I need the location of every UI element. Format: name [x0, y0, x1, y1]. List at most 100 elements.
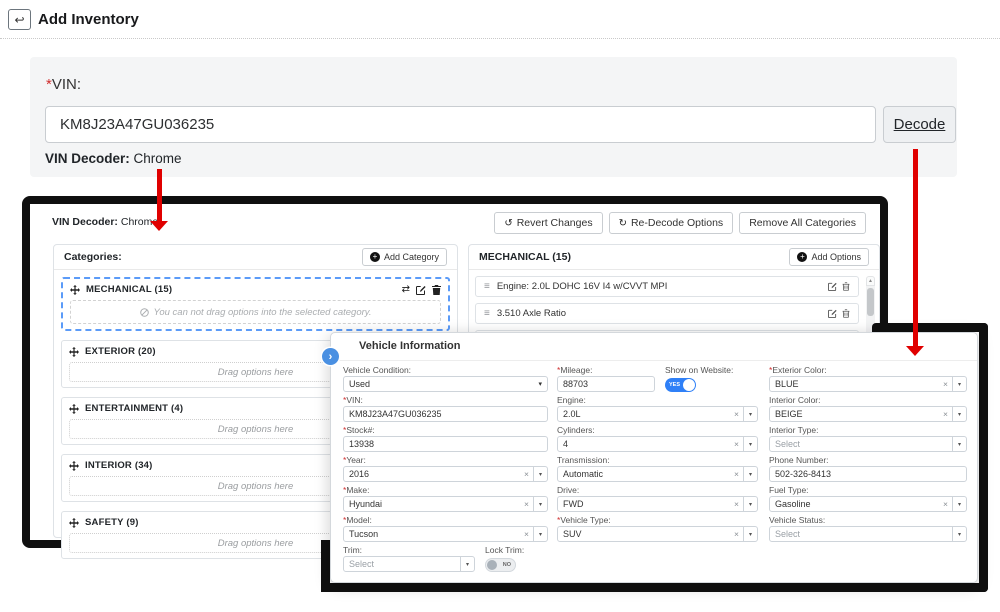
category-name: ENTERTAINMENT (4) [85, 403, 183, 414]
category-card-selected[interactable]: MECHANICAL (15) ⇄ You can not drag optio… [61, 277, 450, 331]
clear-icon[interactable]: × [524, 469, 529, 479]
chevron-down-icon[interactable]: ▾ [952, 497, 966, 511]
annotation-arrow-line [157, 169, 162, 222]
decode-button[interactable]: Decode [883, 106, 956, 143]
engine-select[interactable]: 2.0L×▾ [557, 406, 758, 422]
interior-type-label: Interior Type: [769, 425, 967, 436]
add-category-button[interactable]: + Add Category [362, 248, 447, 266]
chevron-down-icon[interactable]: ▾ [533, 527, 547, 541]
scroll-up-icon[interactable]: ▲ [866, 276, 875, 286]
stock-field[interactable]: 13938 [343, 436, 548, 452]
make-label: *Make: [343, 485, 548, 496]
vin-field[interactable]: KM8J23A47GU036235 [343, 406, 548, 422]
clear-icon[interactable]: × [734, 499, 739, 509]
redecode-options-button[interactable]: ↻ Re-Decode Options [609, 212, 734, 234]
transmission-select[interactable]: Automatic×▾ [557, 466, 758, 482]
ban-icon [140, 308, 149, 317]
swap-icon[interactable]: ⇄ [402, 284, 410, 295]
trim-select[interactable]: Select▾ [343, 556, 475, 572]
cylinders-select[interactable]: 4×▾ [557, 436, 758, 452]
mileage-field[interactable]: 88703 [557, 376, 655, 392]
lock-trim-toggle[interactable]: NO [485, 558, 516, 572]
interior-type-select[interactable]: Select▾ [769, 436, 967, 452]
trash-icon[interactable] [842, 309, 850, 318]
grip-icon: ≡ [484, 308, 490, 319]
page-title: Add Inventory [38, 11, 139, 28]
chevron-down-icon[interactable]: ▾ [743, 497, 757, 511]
modal-divider [331, 360, 977, 361]
revert-changes-button[interactable]: ↺ Revert Changes [494, 212, 602, 234]
annotation-arrow-line [913, 149, 918, 347]
exterior-color-select[interactable]: BLUE×▾ [769, 376, 967, 392]
modal-frame [872, 323, 988, 332]
add-options-button[interactable]: + Add Options [789, 248, 869, 266]
move-icon [69, 518, 79, 528]
modal-frame [321, 583, 988, 592]
chevron-down-icon[interactable]: ▾ [460, 557, 474, 571]
clear-icon[interactable]: × [943, 409, 948, 419]
interior-color-label: Interior Color: [769, 395, 967, 406]
drive-select[interactable]: FWD×▾ [557, 496, 758, 512]
remove-all-categories-button[interactable]: Remove All Categories [739, 212, 866, 234]
modal-frame [979, 323, 988, 592]
clear-icon[interactable]: × [943, 499, 948, 509]
clear-icon[interactable]: × [734, 409, 739, 419]
chevron-down-icon[interactable]: ▾ [533, 497, 547, 511]
edit-icon[interactable] [416, 285, 426, 295]
transmission-label: Transmission: [557, 455, 758, 466]
show-on-website-toggle[interactable]: YES [665, 378, 696, 392]
trash-icon[interactable] [432, 285, 441, 295]
clear-icon[interactable]: × [524, 499, 529, 509]
year-select[interactable]: 2016×▾ [343, 466, 548, 482]
toggle-knob [487, 560, 497, 570]
make-select[interactable]: Hyundai×▾ [343, 496, 548, 512]
vehicle-condition-select[interactable]: Used▾ [343, 376, 548, 392]
categories-title: Categories: [64, 251, 122, 263]
chevron-down-icon[interactable]: ▾ [743, 407, 757, 421]
interior-color-select[interactable]: BEIGE×▾ [769, 406, 967, 422]
option-row[interactable]: ≡ 3.510 Axle Ratio [475, 303, 859, 324]
vin-input[interactable]: KM8J23A47GU036235 [45, 106, 876, 143]
scrollbar-thumb[interactable] [867, 288, 874, 316]
edit-icon[interactable] [828, 282, 837, 291]
clear-icon[interactable]: × [943, 379, 948, 389]
edit-icon[interactable] [828, 309, 837, 318]
vehicle-condition-label: Vehicle Condition: [343, 365, 548, 376]
mileage-label: *Mileage: [557, 365, 655, 376]
vin-field-label: *VIN: [343, 395, 548, 406]
chevron-down-icon[interactable]: ▾ [952, 527, 966, 541]
expand-chevron-button[interactable]: › [322, 348, 339, 365]
clear-icon[interactable]: × [734, 439, 739, 449]
chevron-down-icon[interactable]: ▾ [952, 377, 966, 391]
panel-decoder-caption: VIN Decoder: Chrome [52, 216, 158, 228]
phone-number-field[interactable]: 502-326-8413 [769, 466, 967, 482]
clear-icon[interactable]: × [734, 469, 739, 479]
chevron-down-icon[interactable]: ▾ [743, 527, 757, 541]
year-label: *Year: [343, 455, 548, 466]
vehicle-type-label: *Vehicle Type: [557, 515, 758, 526]
vehicle-type-select[interactable]: SUV×▾ [557, 526, 758, 542]
vin-label: *VIN: [46, 76, 81, 93]
back-arrow-icon: ↩ [14, 13, 24, 27]
chevron-down-icon[interactable]: ▾ [952, 437, 966, 451]
chevron-down-icon[interactable]: ▾ [533, 467, 547, 481]
chevron-down-icon[interactable]: ▾ [952, 407, 966, 421]
clear-icon[interactable]: × [524, 529, 529, 539]
option-row[interactable]: ≡ Engine: 2.0L DOHC 16V I4 w/CVVT MPI [475, 276, 859, 297]
vehicle-status-select[interactable]: Select▾ [769, 526, 967, 542]
lock-trim-label: Lock Trim: [485, 545, 524, 556]
selected-category-notice: You can not drag options into the select… [70, 300, 441, 324]
cylinders-label: Cylinders: [557, 425, 758, 436]
annotation-arrow-head [906, 346, 924, 356]
model-select[interactable]: Tucson×▾ [343, 526, 548, 542]
trash-icon[interactable] [842, 282, 850, 291]
clear-icon[interactable]: × [734, 529, 739, 539]
vehicle-information-title: Vehicle Information [359, 340, 460, 352]
chevron-down-icon[interactable]: ▾ [743, 437, 757, 451]
trim-label: Trim: [343, 545, 475, 556]
back-button[interactable]: ↩ [8, 9, 31, 30]
chevron-down-icon[interactable]: ▾ [743, 467, 757, 481]
stock-label: *Stock#: [343, 425, 548, 436]
chevron-right-icon: › [329, 351, 333, 363]
fuel-type-select[interactable]: Gasoline×▾ [769, 496, 967, 512]
